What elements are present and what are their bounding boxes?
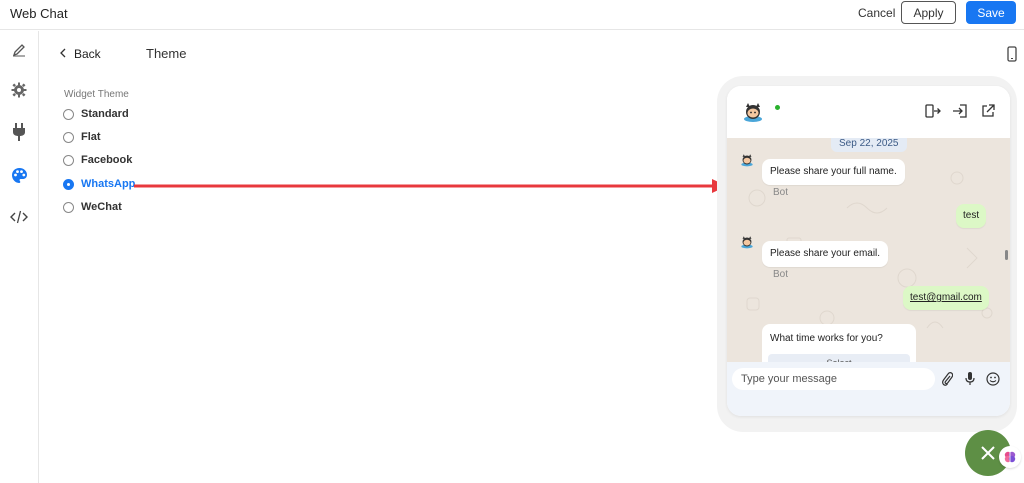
radio-button[interactable] bbox=[63, 201, 74, 213]
radio-button-selected[interactable] bbox=[63, 178, 74, 190]
theme-option-whatsapp[interactable]: WhatsApp bbox=[63, 176, 135, 192]
chevron-left-icon bbox=[60, 47, 66, 61]
save-button[interactable]: Save bbox=[966, 1, 1016, 24]
back-label: Back bbox=[74, 47, 101, 61]
chat-widget-preview: Sep 22, 2025 Please share your full name… bbox=[727, 86, 1010, 416]
bot-question-card: What time works for you? Select bbox=[762, 324, 916, 362]
chat-header bbox=[727, 86, 1010, 138]
theme-option-label: Standard bbox=[81, 108, 129, 120]
bot-avatar-icon bbox=[740, 235, 754, 249]
message-input[interactable] bbox=[732, 368, 935, 390]
radio-button[interactable] bbox=[63, 108, 74, 120]
theme-option-label: WhatsApp bbox=[81, 178, 136, 190]
bot-message-bubble: Please share your full name. bbox=[762, 159, 905, 185]
theme-option-standard[interactable]: Standard bbox=[63, 106, 129, 122]
user-message-bubble: test bbox=[956, 204, 987, 228]
email-link[interactable]: test@gmail.com bbox=[910, 292, 982, 303]
paperclip-icon[interactable] bbox=[939, 370, 955, 388]
online-status-dot bbox=[775, 105, 780, 110]
theme-option-label: Flat bbox=[81, 131, 101, 143]
brain-icon[interactable] bbox=[999, 446, 1021, 468]
app-title: Web Chat bbox=[10, 6, 68, 21]
sender-label: Bot bbox=[773, 187, 789, 198]
switch-icon[interactable] bbox=[924, 102, 942, 120]
radio-button[interactable] bbox=[63, 131, 74, 143]
annotation-arrow-icon bbox=[134, 179, 727, 193]
bot-message-bubble: Please share your email. bbox=[762, 241, 889, 267]
mobile-phone-icon[interactable] bbox=[1004, 44, 1020, 64]
external-link-icon[interactable] bbox=[979, 102, 997, 120]
plug-icon[interactable] bbox=[9, 122, 29, 142]
theme-option-label: Facebook bbox=[81, 154, 133, 166]
radio-button[interactable] bbox=[63, 154, 74, 166]
date-chip: Sep 22, 2025 bbox=[831, 138, 907, 152]
gear-icon[interactable] bbox=[9, 80, 29, 100]
pencil-icon[interactable] bbox=[9, 40, 29, 60]
scrollbar-thumb[interactable] bbox=[1005, 250, 1008, 260]
theme-option-facebook[interactable]: Facebook bbox=[63, 152, 132, 168]
theme-option-wechat[interactable]: WeChat bbox=[63, 199, 122, 215]
time-select[interactable]: Select bbox=[768, 354, 910, 362]
sender-label: Bot bbox=[773, 269, 789, 280]
chat-body[interactable]: Sep 22, 2025 Please share your full name… bbox=[727, 138, 1010, 362]
bot-avatar-icon bbox=[742, 101, 764, 123]
cancel-button[interactable]: Cancel bbox=[852, 2, 901, 24]
top-bar: Web Chat Cancel Apply Save bbox=[0, 0, 1024, 30]
page-title: Theme bbox=[146, 46, 187, 61]
question-text: What time works for you? bbox=[770, 333, 883, 344]
widget-theme-label: Widget Theme bbox=[64, 89, 129, 100]
apply-button[interactable]: Apply bbox=[901, 1, 956, 24]
back-link[interactable]: Back bbox=[60, 47, 101, 61]
close-icon bbox=[981, 446, 995, 460]
message-composer bbox=[727, 362, 1010, 416]
smiley-icon[interactable] bbox=[985, 370, 1001, 388]
code-icon[interactable] bbox=[9, 207, 29, 227]
theme-option-flat[interactable]: Flat bbox=[63, 129, 101, 145]
sidebar bbox=[0, 31, 39, 483]
user-message-bubble: test@gmail.com bbox=[903, 286, 989, 310]
microphone-icon[interactable] bbox=[962, 370, 978, 388]
login-icon[interactable] bbox=[951, 102, 969, 120]
bot-avatar-icon bbox=[740, 153, 754, 167]
theme-option-label: WeChat bbox=[81, 201, 122, 213]
palette-icon[interactable] bbox=[9, 165, 29, 185]
